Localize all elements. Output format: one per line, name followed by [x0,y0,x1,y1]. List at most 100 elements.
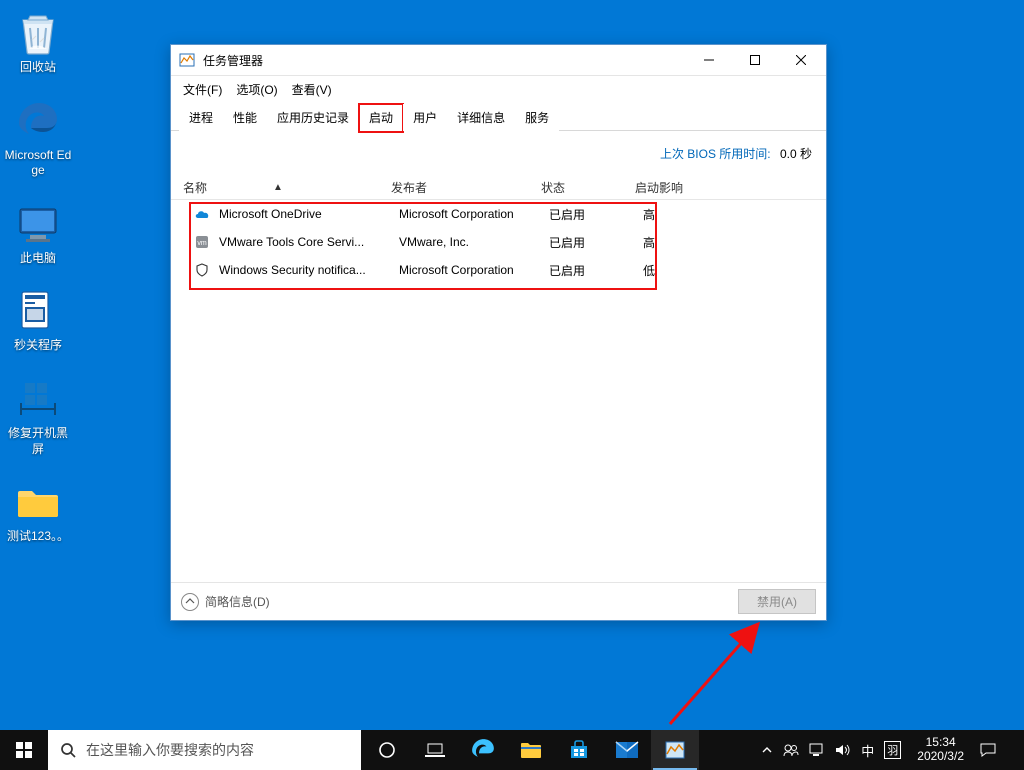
taskbar-app-store[interactable] [555,730,603,770]
startup-rows: Microsoft OneDrive Microsoft Corporation… [171,200,826,284]
onedrive-icon [193,206,211,222]
row-name: Microsoft OneDrive [219,207,399,221]
tab-performance[interactable]: 性能 [223,104,267,131]
taskbar-search[interactable]: 在这里输入你要搜索的内容 [48,730,361,770]
row-status: 已启用 [549,262,643,279]
this-pc-icon [14,201,62,249]
taskbar-app-explorer[interactable] [507,730,555,770]
desktop-icon-label: Microsoft Edge [4,148,72,179]
window-footer: 简略信息(D) 禁用(A) [171,582,826,620]
taskbar-app-mail[interactable] [603,730,651,770]
desktop-icon-label: 此电脑 [20,251,56,267]
task-view-icon [425,742,445,758]
cortana-icon [378,741,396,759]
startup-row[interactable]: Windows Security notifica... Microsoft C… [171,256,826,284]
desktop-icon-this-pc[interactable]: 此电脑 [1,197,75,271]
task-view-button[interactable] [411,730,459,770]
desktop-icon-test-folder[interactable]: 测试123。。 [1,475,75,549]
titlebar[interactable]: 任务管理器 [171,45,826,76]
row-name: VMware Tools Core Servi... [219,235,399,249]
row-publisher: Microsoft Corporation [399,207,549,221]
edge-icon [471,738,495,762]
minimize-button[interactable] [686,45,732,74]
tab-services[interactable]: 服务 [515,104,559,131]
tray-clock[interactable]: 15:34 2020/3/2 [911,736,970,764]
recycle-bin-icon [14,10,62,58]
tray-time: 15:34 [917,736,964,750]
column-headers: 名称▲ 发布者 状态 启动影响 [171,172,826,200]
edge-icon [14,98,62,146]
folder-icon [520,740,542,760]
cortana-button[interactable] [363,730,411,770]
desktop-icon-label: 修复开机黑屏 [4,426,72,457]
task-manager-icon [179,52,195,68]
row-impact: 高 [643,206,703,223]
task-manager-icon [665,741,685,759]
tray-network-icon[interactable] [809,743,825,757]
store-icon [568,739,590,761]
shield-icon [193,262,211,278]
desktop-icon-label: 回收站 [20,60,56,76]
tab-details[interactable]: 详细信息 [447,104,515,131]
tray-ime[interactable]: 中 [861,741,874,760]
disable-button[interactable]: 禁用(A) [738,589,816,614]
maximize-button[interactable] [732,45,778,74]
desktop-icon-label: 秒关程序 [14,338,62,354]
row-impact: 低 [643,262,703,279]
close-button[interactable] [778,45,824,74]
startup-row[interactable]: Microsoft OneDrive Microsoft Corporation… [171,200,826,228]
bios-label: 上次 BIOS 所用时间: [660,147,771,161]
fewer-details-button[interactable]: 简略信息(D) [181,593,270,611]
desktop-icon-sec-shutdown[interactable]: 秒关程序 [1,284,75,358]
startup-content: 上次 BIOS 所用时间: 0.0 秒 名称▲ 发布者 状态 启动影响 Micr… [171,131,826,582]
folder-icon [14,479,62,527]
row-impact: 高 [643,234,703,251]
tray-ime-mode[interactable]: 羽 [884,741,901,759]
tray-people-icon[interactable] [783,743,799,757]
sec-shutdown-icon [14,288,62,336]
row-publisher: VMware, Inc. [399,235,549,249]
tray-volume-icon[interactable] [835,743,851,757]
svg-text:vm: vm [197,240,207,247]
startup-row[interactable]: vm VMware Tools Core Servi... VMware, In… [171,228,826,256]
taskbar-apps [459,730,699,770]
chevron-up-icon [181,593,199,611]
tray-date: 2020/3/2 [917,750,964,764]
tray-chevron-up-icon[interactable] [761,744,773,756]
search-icon [60,742,76,758]
desktop-icon-fix-boot[interactable]: 修复开机黑屏 [1,372,75,461]
desktop-icon-label: 测试123。。 [7,529,69,545]
fewer-details-label: 简略信息(D) [205,593,270,610]
sort-asc-icon: ▲ [273,182,283,193]
mail-icon [615,741,639,759]
start-button[interactable] [0,730,48,770]
annotation-arrow [660,614,790,734]
menu-view[interactable]: 查看(V) [290,79,334,100]
system-tray: 中 羽 15:34 2020/3/2 [753,730,1024,770]
desktop-icon-edge[interactable]: Microsoft Edge [1,94,75,183]
menubar: 文件(F) 选项(O) 查看(V) [171,76,826,103]
tab-app-history[interactable]: 应用历史记录 [267,104,359,131]
tab-startup[interactable]: 启动 [359,104,403,131]
menu-file[interactable]: 文件(F) [181,79,224,100]
col-status[interactable]: 状态 [541,179,635,196]
bios-time: 上次 BIOS 所用时间: 0.0 秒 [171,131,826,172]
tray-action-center-icon[interactable] [980,743,996,757]
row-name: Windows Security notifica... [219,263,399,277]
taskbar-app-task-manager[interactable] [651,730,699,770]
row-status: 已启用 [549,234,643,251]
tab-users[interactable]: 用户 [403,104,447,131]
search-placeholder: 在这里输入你要搜索的内容 [86,740,349,760]
desktop-icons: 回收站 Microsoft Edge 此电脑 秒关程序 修复开机黑屏 测试123… [0,0,76,563]
col-startup-impact[interactable]: 启动影响 [635,179,695,196]
tab-processes[interactable]: 进程 [179,104,223,131]
col-publisher[interactable]: 发布者 [391,179,541,196]
taskbar: 在这里输入你要搜索的内容 中 羽 15:34 2020/3/2 [0,730,1024,770]
col-name[interactable]: 名称▲ [183,179,391,196]
row-publisher: Microsoft Corporation [399,263,549,277]
vmware-icon: vm [193,234,211,250]
tabbar: 进程 性能 应用历史记录 启动 用户 详细信息 服务 [171,103,826,131]
taskbar-app-edge[interactable] [459,730,507,770]
desktop-icon-recycle-bin[interactable]: 回收站 [1,6,75,80]
menu-options[interactable]: 选项(O) [234,79,279,100]
